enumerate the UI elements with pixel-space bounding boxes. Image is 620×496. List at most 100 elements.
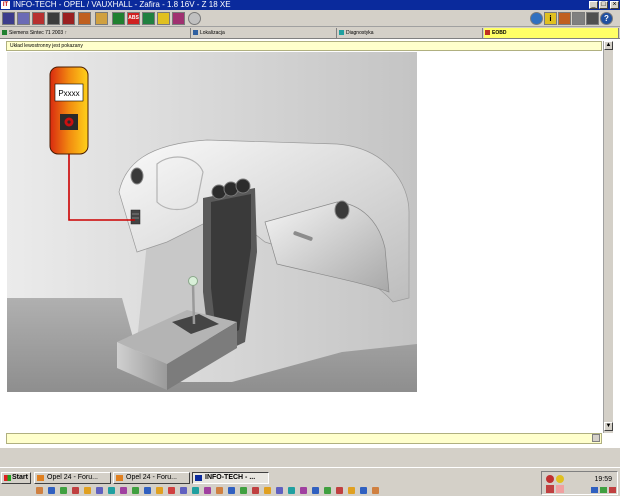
quicklaunch-icon[interactable] <box>228 487 235 494</box>
ecu-icon[interactable] <box>112 12 125 25</box>
diagnostic-connector-location-icon <box>130 209 141 225</box>
quicklaunch-icon[interactable] <box>360 487 367 494</box>
quicklaunch-icon[interactable] <box>348 487 355 494</box>
quicklaunch-icon[interactable] <box>156 487 163 494</box>
bottom-info-bar <box>6 433 602 444</box>
tab-diagnostics[interactable]: Diagnostyka <box>338 28 483 38</box>
taskbar-item[interactable]: Opel 24 - Foru... <box>113 472 190 484</box>
tray-volume-icon[interactable] <box>600 487 607 493</box>
connector-badge <box>49 66 89 155</box>
quicklaunch-icon[interactable] <box>300 487 307 494</box>
search-icon[interactable] <box>17 12 30 25</box>
tray-network-icon[interactable] <box>591 487 598 493</box>
window-title: INFO-TECH - OPEL / VAUXHALL - Zafira - 1… <box>13 0 231 9</box>
quicklaunch-icon[interactable] <box>48 487 55 494</box>
eobd-icon <box>485 30 490 35</box>
tray-app-icon[interactable] <box>556 485 564 493</box>
left-vent-icon <box>130 167 144 185</box>
tab-label: Siemens Sintec 71 2003 ↑ <box>9 30 68 36</box>
quicklaunch-icon[interactable] <box>84 487 91 494</box>
tray-app-icon[interactable] <box>546 485 554 493</box>
center-vent-icon <box>235 178 251 194</box>
diagnostic-connector-diagram: Pxxxx <box>7 52 417 392</box>
tab-label: Lokalizacja <box>200 30 225 36</box>
tray-app-icon[interactable] <box>609 487 616 493</box>
quicklaunch-icon[interactable] <box>216 487 223 494</box>
location-icon <box>193 30 198 35</box>
quicklaunch-icon[interactable] <box>132 487 139 494</box>
help-icon[interactable]: ? <box>600 12 613 25</box>
quicklaunch-icon[interactable] <box>144 487 151 494</box>
quicklaunch-icon[interactable] <box>204 487 211 494</box>
quicklaunch-icon[interactable] <box>96 487 103 494</box>
quicklaunch-icon[interactable] <box>120 487 127 494</box>
tray-app-icon[interactable] <box>546 475 554 483</box>
scroll-down-icon[interactable]: ▼ <box>604 422 613 431</box>
maximize-button[interactable]: □ <box>599 1 608 9</box>
gearbox-icon[interactable] <box>47 12 60 25</box>
quicklaunch-icon[interactable] <box>60 487 67 494</box>
diagnostics-icon <box>339 30 344 35</box>
battery-icon[interactable] <box>95 12 108 25</box>
tab-eobd[interactable]: EOBD <box>484 28 619 38</box>
quicklaunch-icon[interactable] <box>336 487 343 494</box>
quicklaunch-icon[interactable] <box>372 487 379 494</box>
info-icon[interactable]: i <box>544 12 557 25</box>
tab-localization[interactable]: Lokalizacja <box>192 28 337 38</box>
close-button[interactable]: × <box>610 1 619 9</box>
taskbar-item[interactable]: Opel 24 - Foru... <box>34 472 111 484</box>
settings-icon[interactable] <box>188 12 201 25</box>
browser-icon <box>37 475 44 481</box>
right-vent-icon <box>334 200 350 220</box>
quicklaunch-icon[interactable] <box>180 487 187 494</box>
diagnostic-socket-pin <box>67 120 71 124</box>
quicklaunch-icon[interactable] <box>276 487 283 494</box>
tab-ecu[interactable]: Siemens Sintec 71 2003 ↑ <box>1 28 191 38</box>
tab-strip: Siemens Sintec 71 2003 ↑ Lokalizacja Dia… <box>0 27 620 39</box>
quicklaunch-icon[interactable] <box>72 487 79 494</box>
save-icon[interactable] <box>572 12 585 25</box>
tab-label: Diagnostyka <box>346 30 374 36</box>
car-icon[interactable] <box>2 12 15 25</box>
abs-icon[interactable]: ABS <box>127 12 140 25</box>
vertical-scrollbar[interactable]: ▲ ▼ <box>603 41 613 433</box>
clock[interactable]: 19:59 <box>594 476 612 483</box>
app-logo-icon: IT <box>1 1 10 9</box>
start-label: Start <box>12 474 28 481</box>
print-icon[interactable] <box>592 434 600 442</box>
light-icon[interactable] <box>172 12 185 25</box>
quicklaunch-icon[interactable] <box>168 487 175 494</box>
quicklaunch-icon[interactable] <box>36 487 43 494</box>
quicklaunch-icon[interactable] <box>252 487 259 494</box>
quicklaunch-icon[interactable] <box>240 487 247 494</box>
quicklaunch-icon[interactable] <box>108 487 115 494</box>
scroll-up-icon[interactable]: ▲ <box>604 41 613 50</box>
steering-icon[interactable] <box>62 12 75 25</box>
taskbar-item-label: INFO-TECH - ... <box>205 474 256 481</box>
tab-label: EOBD <box>492 30 507 36</box>
system-tray: 19:59 <box>541 471 618 495</box>
notes-icon[interactable] <box>558 12 571 25</box>
document-icon[interactable] <box>32 12 45 25</box>
minimize-button[interactable]: _ <box>589 1 598 9</box>
wrench-icon[interactable] <box>78 12 91 25</box>
windows-logo-icon <box>4 475 11 481</box>
start-button[interactable]: Start <box>1 472 31 484</box>
print-icon[interactable] <box>586 12 599 25</box>
quicklaunch-icon[interactable] <box>264 487 271 494</box>
taskbar-item-label: Opel 24 - Foru... <box>47 474 98 481</box>
quicklaunch-icon[interactable] <box>192 487 199 494</box>
taskbar-item-active[interactable]: INFO-TECH - ... <box>192 472 269 484</box>
taskbar-item-label: Opel 24 - Foru... <box>126 474 177 481</box>
browser-icon <box>116 475 123 481</box>
quicklaunch-icon[interactable] <box>288 487 295 494</box>
title-bar: IT INFO-TECH - OPEL / VAUXHALL - Zafira … <box>0 0 620 10</box>
wiring-icon[interactable] <box>142 12 155 25</box>
quicklaunch-icon[interactable] <box>324 487 331 494</box>
sensor-icon[interactable] <box>157 12 170 25</box>
quicklaunch-icon[interactable] <box>312 487 319 494</box>
globe-icon[interactable] <box>530 12 543 25</box>
gear-lever <box>191 283 196 325</box>
ecu-icon <box>2 30 7 35</box>
tray-smiley-icon[interactable] <box>556 475 564 483</box>
